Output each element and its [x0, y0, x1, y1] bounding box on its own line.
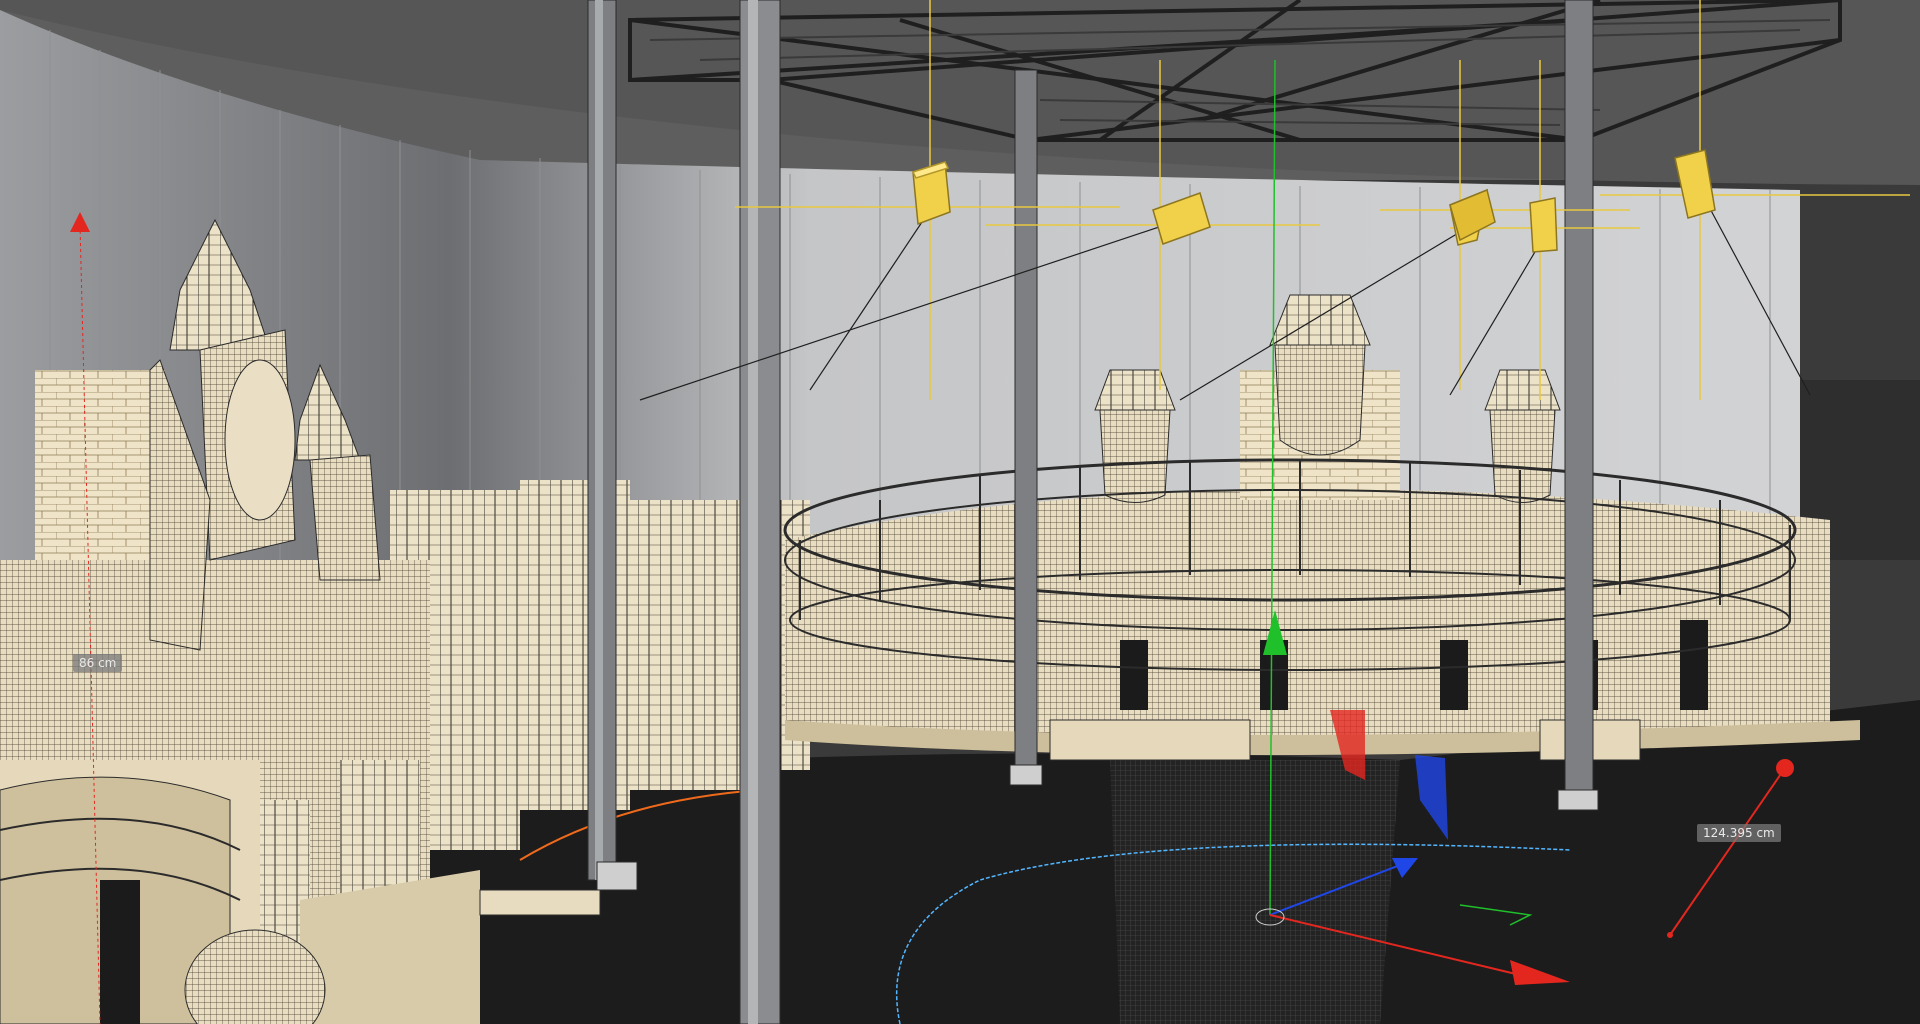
3d-viewport[interactable]: 86 cm 124.395 cm: [0, 0, 1920, 1024]
light-icon[interactable]: [911, 161, 951, 226]
stage-statue-left[interactable]: [1094, 369, 1176, 503]
floor-mesh: [1110, 760, 1400, 1024]
light-icon[interactable]: [1529, 197, 1558, 253]
height-measure-label: 86 cm: [73, 654, 123, 672]
distance-measure-label: 124.395 cm: [1697, 824, 1781, 842]
scene-canvas[interactable]: [0, 0, 1920, 1024]
stage-statue-center[interactable]: [1269, 294, 1371, 456]
stage-statue-right[interactable]: [1484, 369, 1561, 503]
measure-point-icon[interactable]: [1776, 759, 1794, 777]
